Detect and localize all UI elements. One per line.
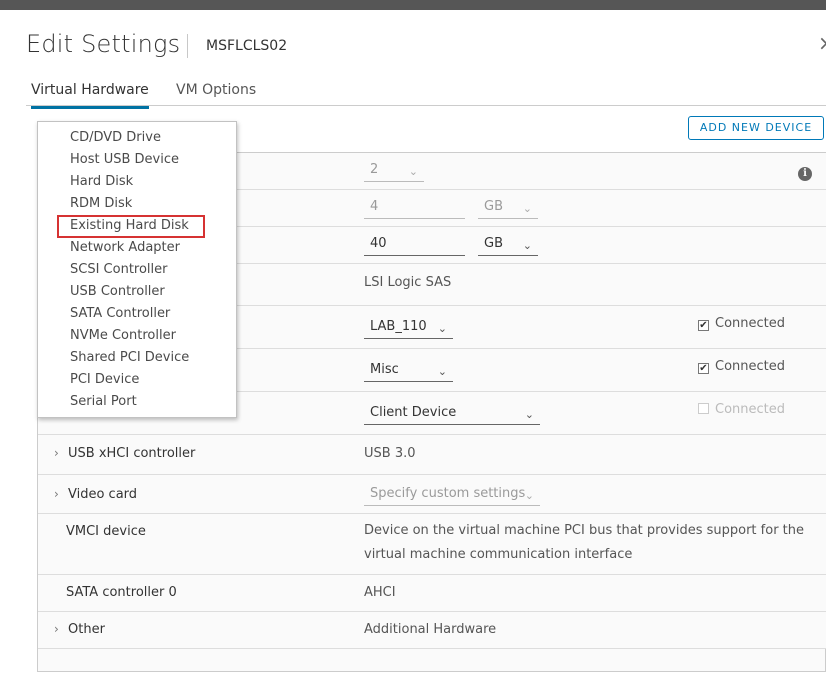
chevron-down-icon: ⌄ bbox=[437, 322, 447, 335]
chevron-right-icon[interactable]: › bbox=[54, 622, 59, 636]
menu-item-host-usb-device[interactable]: Host USB Device bbox=[70, 152, 179, 167]
menu-item-rdm-disk[interactable]: RDM Disk bbox=[70, 196, 132, 211]
menu-item-pci-device[interactable]: PCI Device bbox=[70, 372, 139, 387]
dialog-title: Edit Settings bbox=[26, 30, 181, 58]
chevron-down-icon: ⌄ bbox=[524, 489, 534, 502]
hard-disk-unit-select[interactable]: GB ⌄ bbox=[478, 234, 538, 256]
other-value: Additional Hardware bbox=[364, 622, 497, 637]
network-2-value: Misc bbox=[370, 362, 399, 377]
cd-dvd-value: Client Device bbox=[370, 405, 457, 420]
network-2-connected-label: Connected bbox=[715, 359, 786, 374]
title-divider bbox=[187, 34, 188, 58]
close-icon[interactable]: × bbox=[818, 33, 826, 53]
menu-item-hard-disk[interactable]: Hard Disk bbox=[70, 174, 133, 189]
chevron-right-icon[interactable]: › bbox=[54, 446, 59, 460]
chevron-down-icon: ⌄ bbox=[524, 408, 534, 421]
cd-dvd-connected-label: Connected bbox=[715, 402, 786, 417]
video-card-row[interactable]: › Video card Specify custom settings ⌄ bbox=[38, 475, 826, 514]
other-label: Other bbox=[68, 622, 105, 637]
network-1-value: LAB_110 bbox=[370, 319, 427, 334]
video-card-select[interactable]: Specify custom settings ⌄ bbox=[364, 484, 540, 506]
tab-bar: Virtual Hardware VM Options bbox=[26, 78, 826, 109]
checkbox-unchecked-icon bbox=[698, 403, 709, 414]
chevron-right-icon[interactable]: › bbox=[54, 487, 59, 501]
vmci-row: VMCI device Device on the virtual machin… bbox=[38, 514, 826, 575]
cpu-select[interactable]: 2 ⌄ bbox=[364, 160, 424, 182]
network-2-connected-checkbox[interactable]: ✔ Connected bbox=[698, 359, 785, 374]
info-icon[interactable]: i bbox=[798, 167, 812, 181]
chevron-down-icon: ⌄ bbox=[437, 365, 447, 378]
hard-disk-unit: GB bbox=[484, 236, 503, 251]
menu-item-cd-dvd-drive[interactable]: CD/DVD Drive bbox=[70, 130, 161, 145]
cd-dvd-connected-checkbox[interactable]: Connected bbox=[698, 402, 785, 417]
cpu-value: 2 bbox=[370, 162, 379, 177]
network-1-select[interactable]: LAB_110 ⌄ bbox=[364, 317, 453, 339]
hard-disk-size-input[interactable]: 40 bbox=[364, 234, 465, 256]
menu-item-nvme-controller[interactable]: NVMe Controller bbox=[70, 328, 176, 343]
window-top-bar bbox=[0, 0, 826, 10]
menu-item-scsi-controller[interactable]: SCSI Controller bbox=[70, 262, 168, 277]
sata-value: AHCI bbox=[364, 585, 396, 600]
video-card-value: Specify custom settings bbox=[370, 486, 526, 501]
menu-item-network-adapter[interactable]: Network Adapter bbox=[70, 240, 180, 255]
vmci-description-line-1: Device on the virtual machine PCI bus th… bbox=[364, 523, 805, 538]
highlight-box bbox=[57, 215, 205, 238]
usb-xhci-value: USB 3.0 bbox=[364, 446, 416, 461]
scsi-controller-type: LSI Logic SAS bbox=[364, 275, 452, 290]
chevron-down-icon: ⌄ bbox=[408, 165, 418, 178]
memory-unit: GB bbox=[484, 199, 503, 214]
checkbox-checked-icon: ✔ bbox=[698, 363, 709, 374]
chevron-down-icon: ⌄ bbox=[522, 202, 532, 215]
memory-input[interactable]: 4 bbox=[364, 197, 465, 219]
video-card-label: Video card bbox=[68, 487, 138, 502]
vmci-description: Device on the virtual machine PCI bus th… bbox=[364, 519, 804, 567]
menu-item-usb-controller[interactable]: USB Controller bbox=[70, 284, 165, 299]
sata-label: SATA controller 0 bbox=[66, 585, 177, 600]
tab-vm-options[interactable]: VM Options bbox=[176, 82, 256, 106]
menu-item-shared-pci-device[interactable]: Shared PCI Device bbox=[70, 350, 189, 365]
tab-virtual-hardware[interactable]: Virtual Hardware bbox=[31, 82, 149, 109]
checkbox-checked-icon: ✔ bbox=[698, 320, 709, 331]
cd-dvd-select[interactable]: Client Device ⌄ bbox=[364, 403, 540, 425]
network-2-select[interactable]: Misc ⌄ bbox=[364, 360, 453, 382]
vmci-label: VMCI device bbox=[66, 524, 146, 539]
network-1-connected-checkbox[interactable]: ✔ Connected bbox=[698, 316, 785, 331]
other-row[interactable]: › Other Additional Hardware bbox=[38, 612, 826, 649]
memory-unit-select[interactable]: GB ⌄ bbox=[478, 197, 538, 219]
sata-controller-row: SATA controller 0 AHCI bbox=[38, 575, 826, 612]
add-new-device-button[interactable]: ADD NEW DEVICE bbox=[688, 116, 824, 140]
usb-xhci-row[interactable]: › USB xHCI controller USB 3.0 bbox=[38, 435, 826, 475]
usb-xhci-label: USB xHCI controller bbox=[68, 446, 196, 461]
add-device-menu: CD/DVD Drive Host USB Device Hard Disk R… bbox=[37, 121, 237, 418]
network-1-connected-label: Connected bbox=[715, 316, 786, 331]
menu-item-sata-controller[interactable]: SATA Controller bbox=[70, 306, 170, 321]
vm-name: MSFLCLS02 bbox=[206, 38, 288, 54]
vmci-description-line-2: virtual machine communication interface bbox=[364, 547, 633, 562]
chevron-down-icon: ⌄ bbox=[522, 239, 532, 252]
menu-item-serial-port[interactable]: Serial Port bbox=[70, 394, 137, 409]
